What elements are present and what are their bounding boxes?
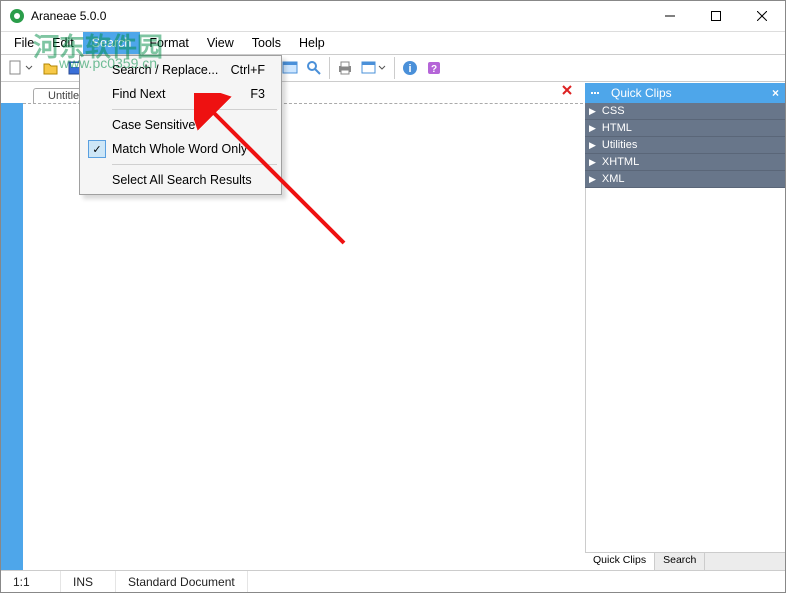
menu-file[interactable]: File (5, 32, 43, 54)
browser-button[interactable] (357, 56, 391, 80)
editor-gutter (1, 103, 23, 570)
info-button[interactable]: i (398, 56, 422, 80)
window-title: Araneae 5.0.0 (31, 9, 647, 23)
status-insert-mode: INS (61, 571, 116, 592)
chevron-right-icon: ▶ (589, 123, 596, 134)
clip-category-list: ▶CSS ▶HTML ▶Utilities ▶XHTML ▶XML (585, 103, 785, 188)
tab-close-icon[interactable] (561, 84, 573, 99)
side-panel: Quick Clips × ▶CSS ▶HTML ▶Utilities ▶XHT… (585, 83, 785, 570)
maximize-button[interactable] (693, 1, 739, 31)
app-icon (9, 8, 25, 24)
menu-help[interactable]: Help (290, 32, 334, 54)
side-tab-search[interactable]: Search (655, 553, 705, 570)
side-panel-tabs: Quick Clips Search (585, 552, 785, 570)
menu-item-case-sensitive[interactable]: Case Sensitive (82, 113, 279, 137)
open-file-button[interactable] (39, 56, 63, 80)
status-bar: 1:1 INS Standard Document (1, 570, 785, 592)
menu-bar: File Edit Search Format View Tools Help (1, 32, 785, 54)
checkmark-icon: ✓ (88, 140, 106, 158)
chevron-right-icon: ▶ (589, 140, 596, 151)
close-button[interactable] (739, 1, 785, 31)
menu-search[interactable]: Search (83, 32, 141, 54)
print-button[interactable] (333, 56, 357, 80)
clip-category[interactable]: ▶HTML (585, 120, 785, 137)
side-tab-quickclips[interactable]: Quick Clips (585, 553, 655, 570)
search-button[interactable] (302, 56, 326, 80)
search-menu-dropdown: Search / Replace... Ctrl+F Find Next F3 … (79, 55, 282, 195)
chevron-right-icon: ▶ (589, 106, 596, 117)
side-panel-close-icon[interactable]: × (772, 86, 779, 100)
menu-view[interactable]: View (198, 32, 243, 54)
svg-text:i: i (408, 63, 411, 75)
status-cursor-position: 1:1 (1, 571, 61, 592)
svg-text:?: ? (431, 64, 437, 75)
menu-item-search-replace[interactable]: Search / Replace... Ctrl+F (82, 58, 279, 82)
menu-edit[interactable]: Edit (43, 32, 83, 54)
clip-category[interactable]: ▶XML (585, 171, 785, 188)
menu-format[interactable]: Format (140, 32, 198, 54)
clip-category[interactable]: ▶XHTML (585, 154, 785, 171)
menu-tools[interactable]: Tools (243, 32, 290, 54)
grip-icon (591, 92, 599, 94)
side-panel-header: Quick Clips × (585, 83, 785, 103)
menu-item-select-all-results[interactable]: Select All Search Results (82, 168, 279, 192)
new-file-button[interactable] (5, 56, 39, 80)
clip-category[interactable]: ▶CSS (585, 103, 785, 120)
help-button[interactable]: ? (422, 56, 446, 80)
menu-item-match-whole-word[interactable]: ✓ Match Whole Word Only (82, 137, 279, 161)
chevron-right-icon: ▶ (589, 174, 596, 185)
chevron-right-icon: ▶ (589, 157, 596, 168)
status-document-type: Standard Document (116, 571, 248, 592)
menu-separator (112, 109, 277, 110)
title-bar: Araneae 5.0.0 (1, 1, 785, 32)
clip-category[interactable]: ▶Utilities (585, 137, 785, 154)
clip-content-area (585, 188, 785, 552)
menu-item-find-next[interactable]: Find Next F3 (82, 82, 279, 106)
side-panel-title: Quick Clips (611, 86, 672, 100)
minimize-button[interactable] (647, 1, 693, 31)
menu-separator (112, 164, 277, 165)
